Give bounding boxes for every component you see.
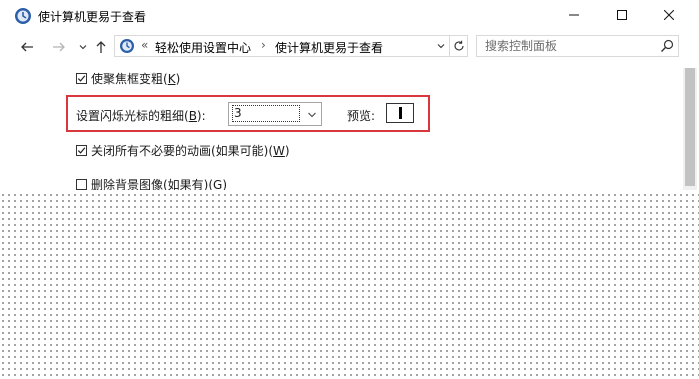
refresh-icon (453, 40, 464, 51)
thicken-focus-checkbox[interactable] (76, 73, 87, 84)
close-button[interactable] (646, 0, 692, 30)
back-button[interactable] (16, 36, 38, 58)
up-button[interactable] (90, 36, 112, 58)
up-arrow-icon (96, 41, 106, 53)
vertical-scrollbar[interactable] (683, 68, 697, 190)
refresh-button[interactable] (449, 36, 467, 56)
address-bar[interactable]: « 轻松使用设置中心 › 使计算机更易于查看 (114, 35, 468, 57)
cursor-preview (386, 103, 414, 123)
settings-content: 使聚焦框变粗(K) 设置闪烁光标的粗细(B): 3 预览: 关闭所有不必要的动画… (0, 62, 699, 190)
breadcrumb-current-page[interactable]: 使计算机更易于查看 (275, 39, 383, 56)
forward-arrow-icon (53, 42, 65, 52)
breadcrumb-separator[interactable]: › (261, 38, 266, 52)
maximize-button[interactable] (599, 0, 645, 30)
preview-label: 预览: (347, 109, 376, 123)
scrollbar-thumb[interactable] (685, 68, 695, 186)
option-label: 关闭所有不必要的动画(如果可能)(W) (91, 144, 290, 158)
option-label: 删除背景图像(如果有)(G) (91, 178, 228, 190)
control-panel-icon (119, 38, 135, 54)
remove-background-checkbox[interactable] (76, 179, 87, 190)
window-title: 使计算机更易于查看 (38, 10, 147, 24)
navigation-bar: « 轻松使用设置中心 › 使计算机更易于查看 (0, 32, 699, 62)
overflow-chevron[interactable]: « (141, 38, 148, 52)
minimize-button[interactable] (551, 0, 597, 30)
search-icon[interactable] (660, 39, 674, 53)
maximize-icon (617, 10, 627, 20)
option-label: 使聚焦框变粗(K) (91, 72, 181, 86)
control-panel-window: 使计算机更易于查看 « 轻松使用设置中心 › 使计算机更易于查看 搜索控制面板 … (0, 0, 699, 190)
cursor-thickness-label: 设置闪烁光标的粗细(B): (76, 109, 206, 123)
breadcrumb-ease-of-access[interactable]: 轻松使用设置中心 (155, 39, 251, 56)
minimize-icon (569, 14, 579, 16)
address-dropdown-button[interactable] (433, 36, 449, 56)
text-cursor-icon (399, 107, 402, 119)
search-input[interactable] (477, 36, 657, 56)
back-arrow-icon (21, 42, 33, 52)
title-bar: 使计算机更易于查看 (0, 0, 699, 32)
chevron-down-icon (437, 44, 445, 49)
checkmark-icon (77, 147, 86, 154)
option-thicken-focus-rectangle[interactable]: 使聚焦框变粗(K) (76, 70, 180, 87)
search-box[interactable] (476, 35, 679, 57)
cursor-thickness-select[interactable]: 3 (228, 102, 322, 126)
option-turn-off-animations[interactable]: 关闭所有不必要的动画(如果可能)(W) (76, 142, 290, 159)
checkmark-icon (77, 75, 86, 82)
forward-button[interactable] (48, 36, 70, 58)
option-remove-background-images[interactable]: 删除背景图像(如果有)(G) (76, 176, 227, 190)
cursor-thickness-value[interactable]: 3 (232, 105, 300, 122)
chevron-down-icon (79, 45, 87, 50)
chevron-down-icon[interactable] (307, 109, 317, 119)
control-panel-icon (14, 7, 32, 25)
turn-off-animations-checkbox[interactable] (76, 145, 87, 156)
close-icon (664, 10, 674, 20)
